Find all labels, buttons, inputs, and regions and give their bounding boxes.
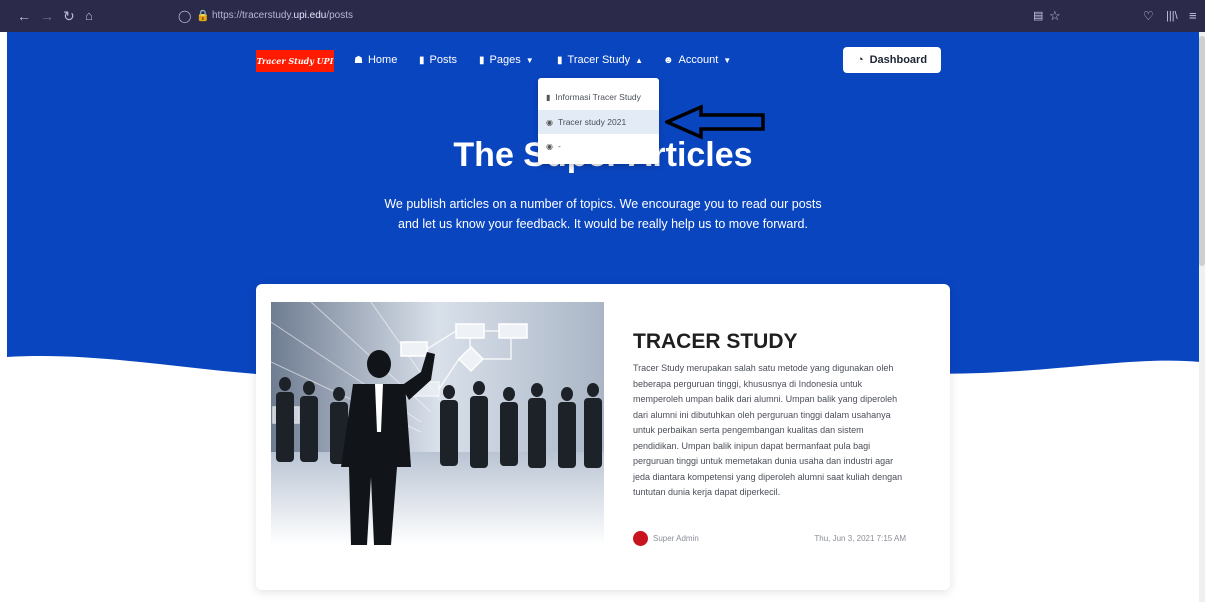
dropdown-item-tracer-study-2021[interactable]: ◉ Tracer study 2021 [538,110,659,134]
hero-subtitle-line-1: We publish articles on a number of topic… [384,197,822,211]
nav-posts[interactable]: ▮ Posts [419,50,457,70]
chevron-down-icon: ▼ [723,56,732,65]
nav-pages[interactable]: ▮ Pages ▼ [479,50,534,70]
address-bar[interactable]: ◯ 🔒 https://tracerstudy.upi.edu/posts [172,6,1032,26]
pocket-icon[interactable]: ♡ [1143,8,1154,24]
author-avatar[interactable] [633,531,648,546]
post-excerpt: Tracer Study merupakan salah satu metode… [633,363,903,497]
chevron-down-icon: ▼ [525,56,534,65]
file-icon: ▮ [479,55,485,66]
url-text: https://tracerstudy.upi.edu/posts [212,6,353,26]
business-people-illustration [271,302,604,545]
hero-subtitle-line-2: and let us know your feedback. It would … [398,217,808,231]
home-icon[interactable]: ⌂ [85,8,93,24]
post-author[interactable]: Super Admin [653,533,699,544]
menu-hamburger-icon[interactable]: ≡ [1189,8,1197,24]
url-path: /posts [326,10,354,21]
dropdown-item-label: Tracer study 2021 [557,117,627,127]
tracking-protection-shield-icon[interactable]: ◯ [178,6,191,26]
reload-icon[interactable]: ↻ [63,8,75,24]
annotation-arrow-icon [665,104,765,140]
nav-posts-label: Posts [429,54,458,66]
browser-toolbar: ← → ↻ ⌂ ◯ 🔒 https://tracerstudy.upi.edu/… [0,0,1205,32]
url-domain: upi.edu [293,10,327,21]
dashboard-button[interactable]: ◔ Dashboard [843,47,941,73]
file-icon: ▮ [419,55,425,66]
nav-tracer-study[interactable]: ▮ Tracer Study ▲ [557,50,643,70]
dropdown-item-informasi[interactable]: ▮ Informasi Tracer Study [538,85,659,109]
comments-icon: ◉ [546,118,553,127]
comments-icon: ◉ [546,142,553,151]
library-icon[interactable]: |||\ [1166,8,1178,24]
forward-arrow-icon[interactable]: → [40,8,54,24]
chevron-up-icon: ▲ [635,56,643,65]
page-scrollbar-thumb[interactable] [1199,36,1205,266]
nav-account[interactable]: ☻ Account ▼ [663,50,731,70]
nav-pages-label: Pages [489,54,521,66]
nav-home-label: Home [367,54,398,66]
home-icon: ☗ [354,55,363,66]
file-icon: ▮ [546,93,551,102]
post-title[interactable]: TRACER STUDY [633,330,798,354]
dropdown-item-label: Informasi Tracer Study [555,92,641,102]
bookmark-star-icon[interactable]: ☆ [1049,8,1061,24]
dropdown-item-label: - [557,141,561,151]
tracer-study-dropdown: ▮ Informasi Tracer Study ◉ Tracer study 20… [538,78,659,164]
file-icon: ▮ [557,55,563,66]
post-date: Thu, Jun 3, 2021 7:15 AM [814,534,906,543]
dashboard-gauge-icon: ◔ [856,54,864,66]
site-logo[interactable]: Tracer Study UPI [256,50,334,72]
hero-subtitle: We publish articles on a number of topic… [360,194,846,234]
url-prefix: https://tracerstudy. [212,10,294,21]
user-icon: ☻ [663,55,674,66]
back-arrow-icon[interactable]: ← [17,8,31,24]
dashboard-label: Dashboard [869,54,928,66]
lock-icon[interactable]: 🔒 [196,6,210,26]
nav-tracer-study-label: Tracer Study [567,54,631,66]
nav-home[interactable]: ☗ Home [354,50,397,70]
post-image[interactable] [271,302,604,545]
nav-account-label: Account [678,54,719,66]
reader-view-icon[interactable]: ▤ [1033,8,1043,24]
dropdown-item-dash[interactable]: ◉ - [538,134,659,158]
